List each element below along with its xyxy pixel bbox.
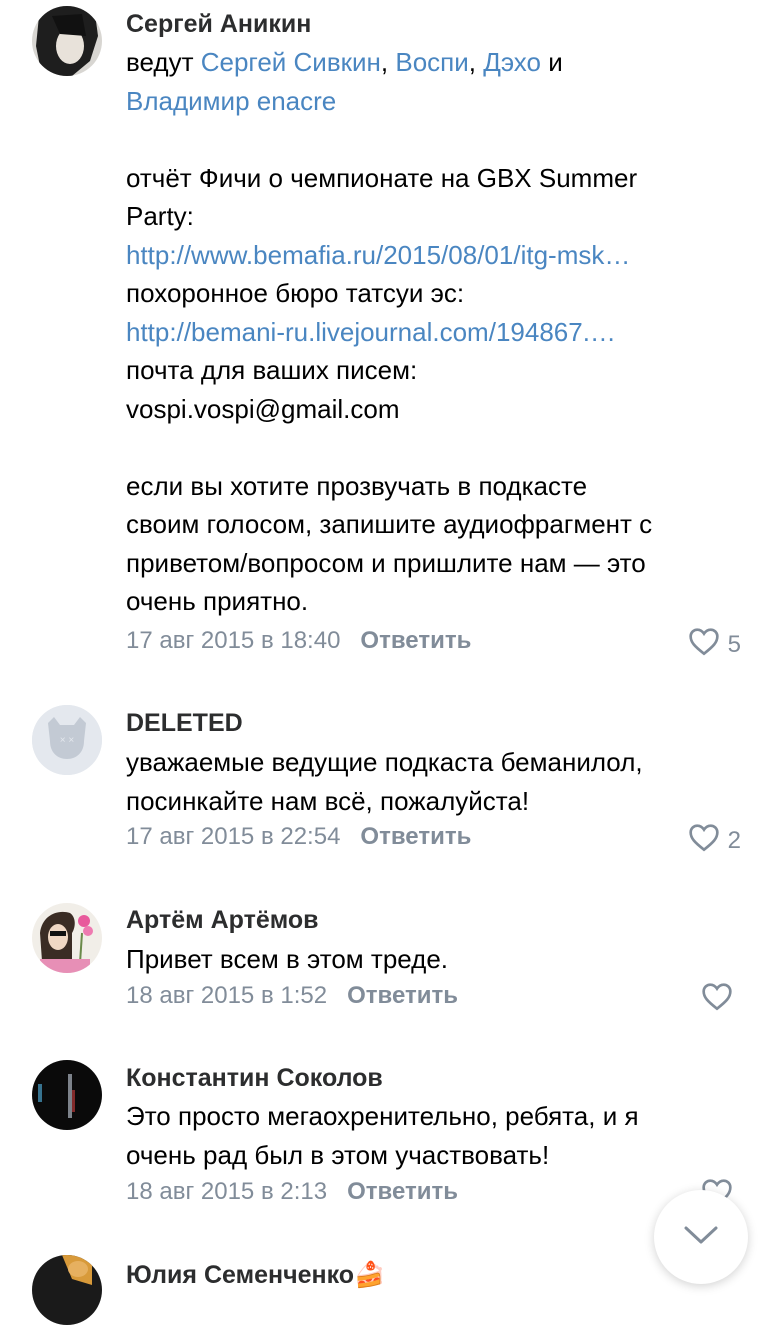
text-line: уважаемые ведущие подкаста беманилол,	[126, 747, 643, 777]
text-line: Привет всем в этом треде.	[126, 944, 449, 974]
text-line: vospi.vospi@gmail.com	[126, 393, 400, 424]
text-line: своим голосом, запишите аудиофрагмент с	[126, 509, 653, 539]
mention-link[interactable]: Дэхо	[483, 47, 541, 77]
comment-text: Это просто мегаохренительно, ребята, и я…	[126, 1097, 746, 1174]
avatar[interactable]: × ×	[32, 705, 102, 775]
like-count: 2	[727, 826, 741, 854]
comment-text: Привет всем в этом треде.	[126, 940, 746, 979]
comment-date[interactable]: 18 авг 2015 в 2:13	[126, 1178, 327, 1205]
separator: ,	[380, 47, 396, 77]
url-link[interactable]: http://www.bemafia.ru/2015/08/01/itg-msk…	[126, 236, 746, 275]
like-count: 5	[727, 630, 741, 658]
author-name: Юлия Семенченко	[126, 1261, 355, 1289]
comment-text: уважаемые ведущие подкаста беманилол, по…	[126, 743, 746, 820]
comment-date[interactable]: 17 авг 2015 в 22:54	[126, 823, 340, 850]
separator: и	[540, 47, 563, 77]
comment-meta: 17 авг 2015 в 18:40 Ответить	[126, 626, 471, 656]
comment-meta: 18 авг 2015 в 2:13 Ответить	[126, 1177, 458, 1207]
text-line: если вы хотите прозвучать в подкасте	[126, 470, 588, 501]
hosts-line: ведут Сергей Сивкин, Воспи, Дэхо и	[126, 43, 746, 82]
cake-emoji: 🍰	[354, 1261, 386, 1289]
comment-author[interactable]: Сергей Аникин	[126, 9, 311, 39]
reply-button[interactable]: Ответить	[347, 982, 458, 1009]
hosts-intro: ведут	[126, 47, 201, 77]
text-line: очень приятно.	[126, 586, 309, 616]
avatar[interactable]	[32, 1060, 102, 1130]
text-line: почта для ваших писем:	[126, 355, 418, 385]
chevron-down-icon	[683, 1225, 719, 1250]
text-line: очень рад был в этом участвовать!	[126, 1139, 550, 1170]
comment-meta: 17 авг 2015 в 22:54 Ответить	[126, 822, 471, 852]
hosts-line-2: Владимир enacre	[126, 82, 746, 121]
avatar[interactable]	[32, 6, 102, 76]
separator: ,	[468, 47, 484, 77]
mention-link[interactable]: Сергей Сивкин	[201, 47, 381, 77]
comment-author[interactable]: Константин Соколов	[126, 1063, 383, 1093]
reply-button[interactable]: Ответить	[360, 627, 471, 654]
mention-link[interactable]: Воспи	[395, 47, 468, 77]
text-line: посинкайте нам всё, пожалуйста!	[126, 785, 530, 816]
like-button[interactable]: 5	[688, 626, 741, 663]
comment-author[interactable]: DELETED	[126, 708, 243, 738]
text-line: приветом/вопросом и пришлите нам — это	[126, 547, 646, 578]
text-line: Party:	[126, 201, 194, 231]
comment-author[interactable]: Артём Артёмов	[126, 905, 319, 935]
comment-date[interactable]: 18 авг 2015 в 1:52	[126, 982, 327, 1009]
comment-date[interactable]: 17 авг 2015 в 18:40	[126, 627, 340, 654]
comment-author[interactable]: Юлия Семенченко🍰	[126, 1260, 385, 1290]
text-line: Это просто мегаохренительно, ребята, и я	[126, 1101, 639, 1131]
avatar[interactable]	[32, 1255, 102, 1325]
comment-meta: 18 авг 2015 в 1:52 Ответить	[126, 981, 458, 1011]
comment-text: ведут Сергей Сивкин, Воспи, Дэхо и Влади…	[126, 43, 746, 621]
like-button[interactable]	[701, 981, 741, 1018]
url-link[interactable]: http://bemani-ru.livejournal.com/194867.…	[126, 313, 746, 352]
heart-outline-icon	[688, 822, 728, 859]
avatar[interactable]	[32, 903, 102, 973]
svg-text:× ×: × ×	[60, 735, 75, 746]
heart-outline-icon	[701, 981, 741, 1018]
mention-link[interactable]: Владимир enacre	[126, 86, 336, 116]
text-line: похоронное бюро татсуи эс:	[126, 278, 465, 308]
like-button[interactable]: 2	[688, 822, 741, 859]
reply-button[interactable]: Ответить	[347, 1178, 458, 1205]
heart-outline-icon	[688, 626, 728, 663]
text-line: отчёт Фичи о чемпионате на GBX Summer	[126, 162, 638, 193]
scroll-down-button[interactable]	[654, 1190, 748, 1284]
reply-button[interactable]: Ответить	[360, 823, 471, 850]
